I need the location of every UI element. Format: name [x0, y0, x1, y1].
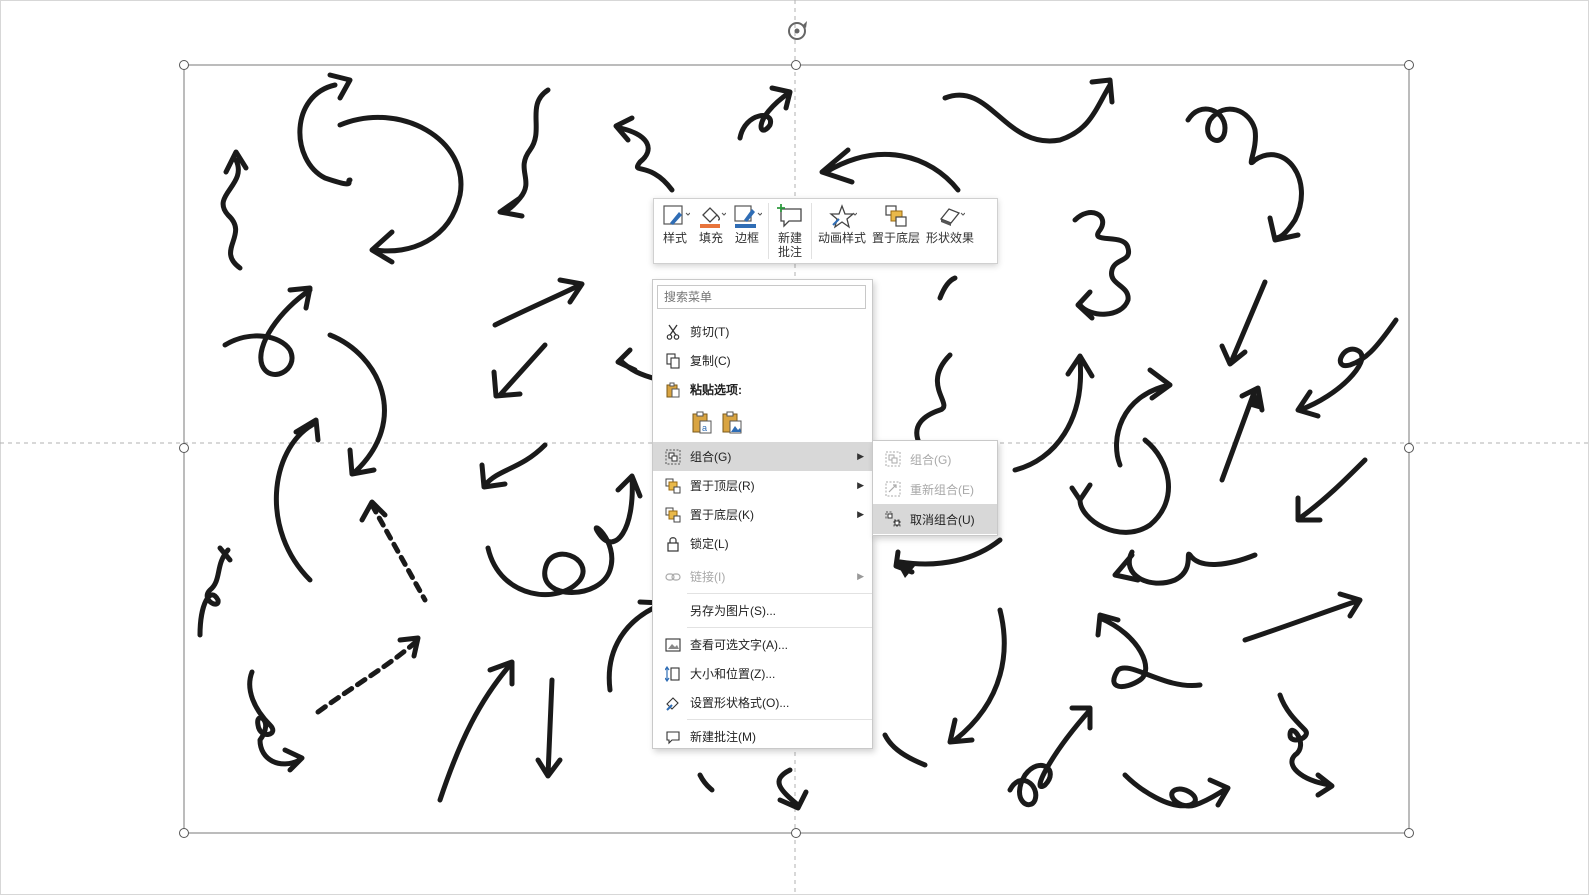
- menu-item-view-alt-text[interactable]: 查看可选文字(A)...: [653, 630, 872, 659]
- menu-item-new-comment[interactable]: 新建批注(M): [653, 722, 872, 751]
- paste-text-icon: a: [692, 411, 712, 434]
- submenu-item-regroup[interactable]: 重新组合(E): [873, 474, 997, 504]
- alt-text-icon: [663, 635, 683, 655]
- submenu-arrow-icon: ▶: [857, 571, 864, 581]
- border-button[interactable]: 边框: [732, 203, 763, 246]
- bring-to-front-icon: [663, 476, 683, 496]
- submenu-item-group-label: 组合(G): [910, 452, 952, 467]
- menu-item-lock[interactable]: 锁定(L): [653, 529, 872, 558]
- resize-handle-right[interactable]: [1404, 443, 1414, 453]
- format-shape-icon: [663, 693, 683, 713]
- resize-handle-top-right[interactable]: [1404, 60, 1414, 70]
- menu-item-save-as-picture-label: 另存为图片(S)...: [690, 604, 776, 618]
- paste-as-picture-button[interactable]: [719, 410, 745, 436]
- menu-item-cut-label: 剪切(T): [690, 325, 730, 339]
- animation-style-button[interactable]: 动画样式: [818, 203, 866, 246]
- menu-item-group-label: 组合(G): [690, 450, 732, 464]
- menu-item-format-shape-label: 设置形状格式(O)...: [690, 696, 790, 710]
- scissors-icon: [663, 322, 683, 342]
- submenu-item-ungroup-label: 取消组合(U): [910, 512, 975, 527]
- paint-bucket-icon: [696, 203, 727, 229]
- menu-item-bring-to-front[interactable]: 置于顶层(R) ▶: [653, 471, 872, 500]
- shape-style-icon: [660, 203, 691, 229]
- menu-item-link[interactable]: 链接(I) ▶: [653, 562, 872, 591]
- menu-item-group[interactable]: 组合(G) ▶: [653, 442, 872, 471]
- menu-search-input[interactable]: [657, 285, 866, 309]
- paste-options-label: 粘贴选项:: [690, 383, 742, 397]
- menu-item-cut[interactable]: 剪切(T): [653, 317, 872, 346]
- style-button[interactable]: 样式: [660, 203, 691, 246]
- menu-item-lock-label: 锁定(L): [690, 537, 729, 551]
- submenu-arrow-icon: ▶: [857, 480, 864, 490]
- new-comment-button[interactable]: 新建 批注: [775, 203, 805, 259]
- menu-item-send-to-back[interactable]: 置于底层(K) ▶: [653, 500, 872, 529]
- group-icon: [663, 447, 683, 467]
- shape-effects-label: 形状效果: [926, 231, 975, 245]
- style-label: 样式: [662, 231, 687, 245]
- submenu-item-ungroup[interactable]: 取消组合(U): [873, 504, 997, 534]
- send-to-back-icon: [663, 505, 683, 525]
- shape-effects-button[interactable]: 形状效果: [926, 203, 974, 246]
- menu-item-new-comment-label: 新建批注(M): [690, 730, 756, 744]
- resize-handle-top[interactable]: [791, 60, 801, 70]
- submenu-arrow-icon: ▶: [857, 451, 864, 461]
- paste-options-row: a: [653, 404, 872, 442]
- menu-item-link-label: 链接(I): [690, 570, 726, 584]
- ungroup-icon: [883, 509, 903, 529]
- send-to-back-label: 置于底层: [872, 231, 921, 245]
- animation-style-label: 动画样式: [818, 231, 867, 245]
- size-position-icon: [663, 664, 683, 684]
- menu-item-size-position[interactable]: 大小和位置(Z)...: [653, 659, 872, 688]
- new-comment-icon: [663, 727, 683, 747]
- send-to-back-icon: [881, 203, 911, 229]
- menu-separator: [687, 627, 872, 628]
- group-submenu: 组合(G) 重新组合(E) 取消组合(U): [872, 440, 998, 536]
- resize-handle-bottom[interactable]: [791, 828, 801, 838]
- submenu-item-group[interactable]: 组合(G): [873, 444, 997, 474]
- resize-handle-bottom-left[interactable]: [179, 828, 189, 838]
- resize-handle-left[interactable]: [179, 443, 189, 453]
- paste-picture-icon: [722, 411, 742, 434]
- rotate-handle-icon[interactable]: [788, 21, 807, 40]
- menu-item-size-position-label: 大小和位置(Z)...: [690, 667, 776, 681]
- menu-item-save-as-picture[interactable]: 另存为图片(S)...: [653, 596, 872, 625]
- new-comment-label: 新建 批注: [777, 231, 802, 259]
- submenu-item-regroup-label: 重新组合(E): [910, 482, 974, 497]
- menu-item-copy-label: 复制(C): [690, 354, 731, 368]
- shape-effects-icon: [935, 203, 966, 229]
- menu-item-bring-to-front-label: 置于顶层(R): [690, 479, 755, 493]
- submenu-arrow-icon: ▶: [857, 509, 864, 519]
- menu-separator: [687, 593, 872, 594]
- regroup-icon: [883, 479, 903, 499]
- svg-text:a: a: [702, 423, 707, 433]
- fill-label: 填充: [698, 231, 723, 245]
- new-comment-icon: [775, 203, 805, 229]
- lock-icon: [663, 534, 683, 554]
- paste-keep-text-button[interactable]: a: [689, 410, 715, 436]
- menu-separator: [687, 719, 872, 720]
- context-menu: 剪切(T) 复制(C) 粘贴选项: a 组合(G) ▶ 置于顶层(R) ▶: [652, 279, 873, 749]
- star-animation-icon: [827, 203, 858, 229]
- menu-item-view-alt-text-label: 查看可选文字(A)...: [690, 638, 788, 652]
- group-icon: [883, 449, 903, 469]
- send-to-back-button[interactable]: 置于底层: [872, 203, 920, 246]
- menu-item-format-shape[interactable]: 设置形状格式(O)...: [653, 688, 872, 717]
- paste-options-header: 粘贴选项:: [653, 375, 872, 404]
- clipboard-icon: [663, 380, 683, 400]
- fill-button[interactable]: 填充: [696, 203, 727, 246]
- mini-toolbar: 样式 填充 边框 新建 批注 动画样式 置于底层 形状效果: [653, 198, 998, 264]
- link-icon: [663, 567, 683, 587]
- pen-outline-icon: [732, 203, 763, 229]
- copy-icon: [663, 351, 683, 371]
- toolbar-separator: [811, 203, 812, 259]
- resize-handle-bottom-right[interactable]: [1404, 828, 1414, 838]
- border-label: 边框: [734, 231, 759, 245]
- menu-item-send-to-back-label: 置于底层(K): [690, 508, 754, 522]
- resize-handle-top-left[interactable]: [179, 60, 189, 70]
- menu-item-copy[interactable]: 复制(C): [653, 346, 872, 375]
- toolbar-separator: [768, 203, 769, 259]
